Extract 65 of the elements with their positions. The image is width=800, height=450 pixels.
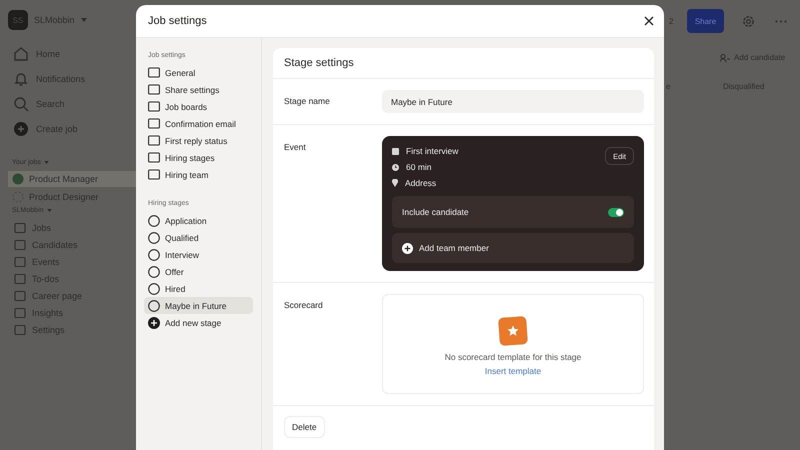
circle-icon (148, 266, 160, 278)
field-label: Stage name (284, 95, 331, 108)
location-pin-icon (392, 179, 398, 187)
settings-menu-item[interactable]: General (144, 64, 253, 81)
close-icon[interactable] (644, 16, 654, 26)
share-button[interactable]: Share (687, 9, 724, 33)
menu-item-icon (148, 101, 160, 112)
circle-icon (148, 214, 160, 226)
circle-icon (148, 248, 160, 260)
stage-item[interactable]: Maybe in Future (144, 297, 253, 314)
menu-item-icon (14, 238, 26, 250)
menu-item-icon (148, 152, 160, 163)
menu-item-icon (14, 222, 26, 234)
plus-icon (13, 121, 29, 137)
stage-item[interactable]: Qualified (144, 229, 253, 246)
menu-item-icon (148, 84, 160, 95)
calendar-icon (392, 148, 399, 154)
menu-item-icon (14, 306, 26, 318)
settings-menu-item[interactable]: Confirmation email (144, 115, 253, 132)
menu-item-icon (14, 272, 26, 284)
caret-icon (44, 161, 49, 164)
field-label: Scorecard (284, 299, 324, 312)
bell-icon (13, 71, 29, 87)
empty-message: No scorecard template for this stage (444, 352, 582, 362)
circle-icon (148, 300, 160, 312)
star-icon (498, 316, 528, 346)
event-detail: 60 min (406, 162, 432, 172)
stage-item[interactable]: Offer (144, 263, 253, 280)
stage-item[interactable]: Application (144, 212, 253, 229)
settings-menu-item[interactable]: Share settings (144, 81, 253, 98)
modal-title: Job settings (148, 15, 207, 27)
card-title: Stage settings (273, 48, 654, 79)
caret-icon (80, 18, 87, 22)
event-detail: First interview (406, 146, 458, 156)
menu-item-icon (148, 169, 160, 180)
stage-item[interactable]: Interview (144, 246, 253, 263)
add-stage-button[interactable]: Add new stage (144, 314, 253, 331)
menu-item-icon (148, 67, 160, 78)
search-icon (13, 96, 29, 112)
insert-template-link[interactable]: Insert template (484, 366, 542, 376)
home-icon (13, 46, 29, 62)
circle-icon (148, 232, 160, 244)
menu-item-icon (148, 135, 160, 146)
settings-menu-item[interactable]: Hiring team (144, 166, 253, 183)
plus-icon (148, 316, 160, 328)
circle-icon (148, 282, 160, 294)
settings-menu-item[interactable]: Hiring stages (144, 149, 253, 166)
add-team-member-button[interactable]: Add team member (392, 233, 634, 263)
delete-button[interactable]: Delete (284, 416, 325, 438)
event-detail: Address (405, 178, 436, 188)
job-item[interactable]: Product Manager (8, 171, 136, 187)
clock-icon (392, 164, 399, 170)
menu-item-icon (14, 290, 26, 302)
menu-item-icon (14, 256, 26, 268)
stage-name-field[interactable]: Maybe in Future (382, 90, 644, 113)
caret-icon (46, 209, 52, 212)
toggle-label: Include candidate (402, 207, 469, 217)
stage-item[interactable]: Hired (144, 280, 253, 297)
field-label: Event (284, 141, 307, 154)
settings-menu-item[interactable]: Job boards (144, 98, 253, 115)
settings-menu-item[interactable]: First reply status (144, 132, 253, 149)
plus-icon (402, 242, 413, 254)
toggle-switch[interactable] (608, 208, 624, 216)
menu-item-icon (148, 118, 160, 129)
menu-item-icon (14, 324, 26, 336)
